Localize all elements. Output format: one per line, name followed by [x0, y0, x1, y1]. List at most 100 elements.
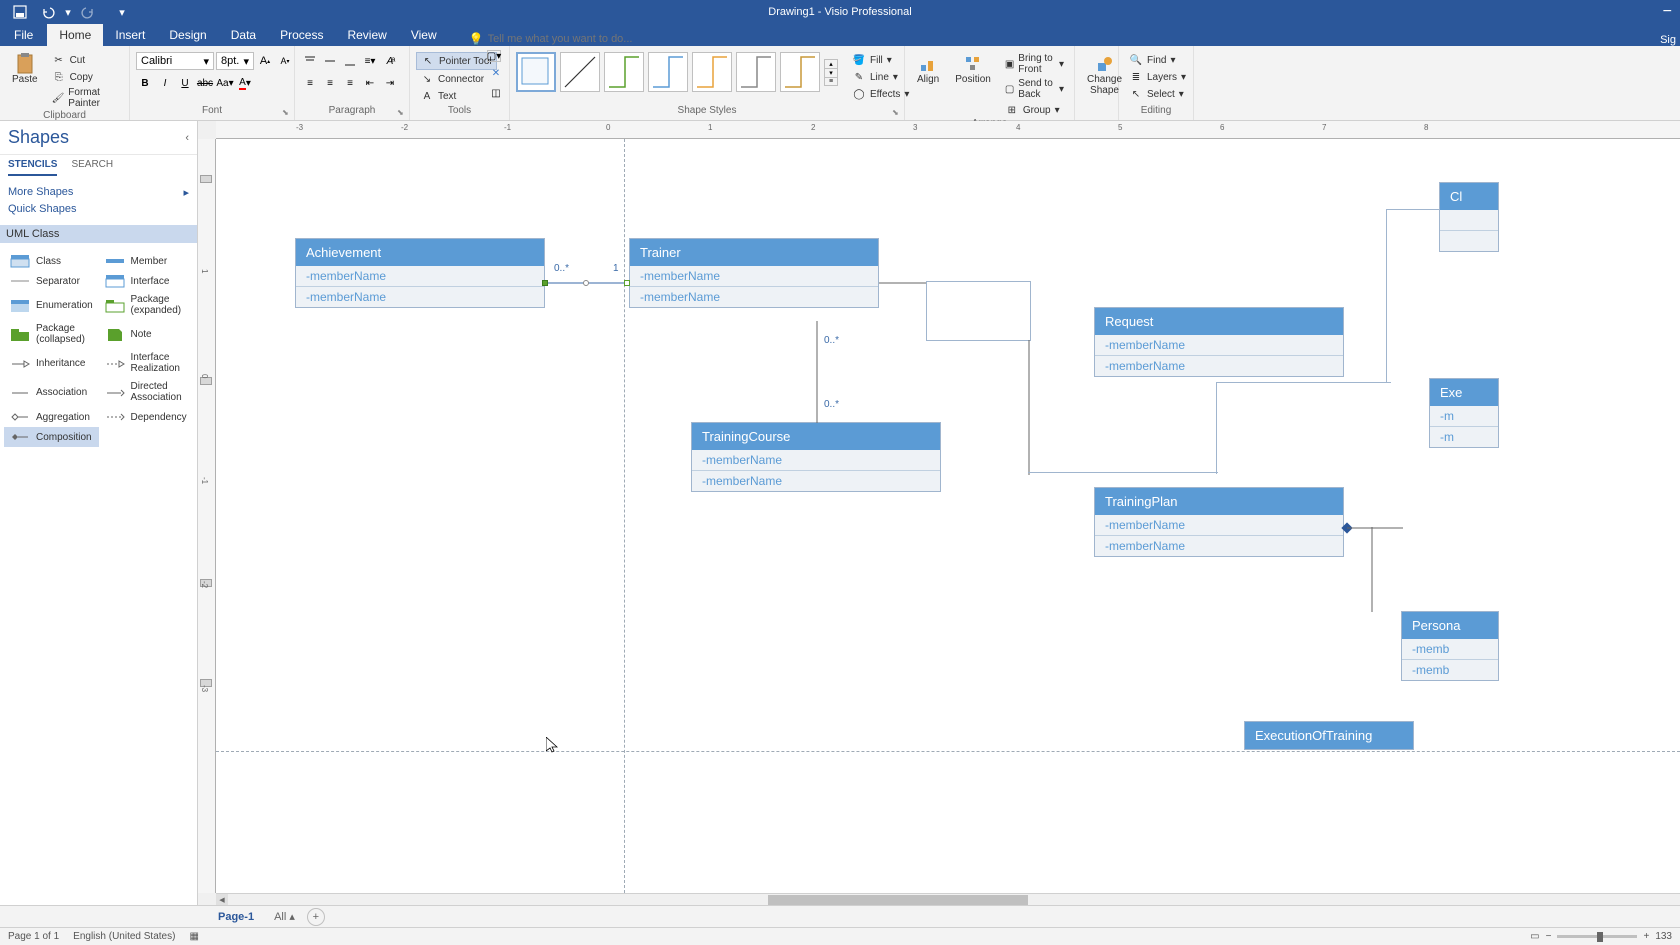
review-tab[interactable]: Review: [335, 24, 398, 46]
cut-button[interactable]: ✂Cut: [48, 52, 123, 68]
trainingcourse-class[interactable]: TrainingCourse -memberName -memberName: [691, 422, 941, 492]
font-launcher[interactable]: ⬊: [282, 108, 292, 118]
home-tab[interactable]: Home: [47, 24, 103, 46]
connector-trainer-course[interactable]: [816, 321, 818, 423]
undo-icon[interactable]: [36, 2, 60, 22]
shape-note[interactable]: Note: [99, 320, 194, 349]
font-size-combo[interactable]: 8pt.▾: [216, 52, 254, 70]
shape-package-exp[interactable]: Package (expanded): [99, 291, 194, 320]
process-tab[interactable]: Process: [268, 24, 335, 46]
shrink-font-button[interactable]: A▾: [276, 52, 294, 70]
achievement-class[interactable]: Achievement -memberName -memberName: [295, 238, 545, 308]
connector-box[interactable]: [926, 281, 1031, 341]
gallery-more[interactable]: ≡: [825, 77, 837, 85]
macro-status-icon[interactable]: ▦: [189, 931, 198, 942]
cl-class[interactable]: Cl: [1439, 182, 1499, 252]
shape-aggregation[interactable]: Aggregation: [4, 407, 99, 427]
bullets-button[interactable]: ≡▾: [361, 52, 379, 70]
underline-button[interactable]: U: [176, 74, 194, 92]
zoom-in-button[interactable]: +: [1643, 931, 1649, 942]
align-bottom-button[interactable]: [341, 52, 359, 70]
gallery-scroll-down[interactable]: ▾: [825, 68, 837, 77]
search-tab[interactable]: SEARCH: [71, 155, 113, 176]
trainer-class[interactable]: Trainer -memberName -memberName: [629, 238, 879, 308]
file-tab[interactable]: File: [0, 24, 47, 46]
rectangle-tool-button[interactable]: ▢▾: [487, 50, 501, 62]
text-direction-button[interactable]: Aͣ: [381, 52, 399, 70]
scroll-left-button[interactable]: ◀: [216, 894, 228, 905]
change-case-button[interactable]: Aa▾: [216, 74, 234, 92]
layers-button[interactable]: ≣Layers ▾: [1125, 69, 1190, 85]
shape-style-2[interactable]: [560, 52, 600, 92]
font-color-button[interactable]: A▾: [236, 74, 254, 92]
quick-shapes-link[interactable]: Quick Shapes: [8, 201, 189, 217]
language-status[interactable]: English (United States): [73, 931, 175, 942]
shape-association[interactable]: Association: [4, 378, 99, 407]
shape-style-7[interactable]: [780, 52, 820, 92]
dim-handle[interactable]: [200, 175, 212, 183]
position-button[interactable]: Position: [949, 52, 997, 87]
line-button[interactable]: ✎Line ▾: [848, 69, 913, 85]
select-button[interactable]: ↖Select ▾: [1125, 86, 1190, 102]
shape-separator[interactable]: Separator: [4, 271, 99, 291]
qat-dropdown-icon[interactable]: ▾: [64, 2, 72, 22]
fill-button[interactable]: 🪣Fill ▾: [848, 52, 913, 68]
shape-package-col[interactable]: Package (collapsed): [4, 320, 99, 349]
gallery-scroll-up[interactable]: ▴: [825, 60, 837, 68]
align-center-button[interactable]: ≡: [321, 74, 339, 92]
connection-point-button[interactable]: ✕: [487, 64, 505, 82]
data-tab[interactable]: Data: [219, 24, 268, 46]
shape-style-5[interactable]: [692, 52, 732, 92]
collapse-panel-button[interactable]: ‹: [185, 132, 189, 144]
add-page-button[interactable]: +: [307, 908, 325, 926]
shape-composition[interactable]: Composition: [4, 427, 99, 447]
font-name-combo[interactable]: Calibri▾: [136, 52, 214, 70]
handle-mid[interactable]: [583, 280, 589, 286]
exe-class[interactable]: Exe -m -m: [1429, 378, 1499, 448]
connector-mid-vert[interactable]: [1028, 340, 1030, 475]
shape-style-3[interactable]: [604, 52, 644, 92]
design-tab[interactable]: Design: [157, 24, 218, 46]
shape-enumeration[interactable]: Enumeration: [4, 291, 99, 320]
align-right-button[interactable]: ≡: [341, 74, 359, 92]
bold-button[interactable]: B: [136, 74, 154, 92]
shape-interface-real[interactable]: Interface Realization: [99, 349, 194, 378]
request-class[interactable]: Request -memberName -memberName: [1094, 307, 1344, 377]
shape-style-4[interactable]: [648, 52, 688, 92]
align-left-button[interactable]: ≡: [301, 74, 319, 92]
zoom-out-button[interactable]: −: [1546, 931, 1552, 942]
shape-class[interactable]: Class: [4, 251, 99, 271]
horizontal-scrollbar[interactable]: ◀: [216, 893, 1680, 905]
execution-class[interactable]: ExecutionOfTraining: [1244, 721, 1414, 750]
group-button[interactable]: ⊞Group ▾: [1001, 102, 1068, 118]
sign-in[interactable]: Sig: [1660, 34, 1676, 46]
shape-style-1[interactable]: [516, 52, 556, 92]
horizontal-guide[interactable]: [216, 751, 1680, 752]
shape-member[interactable]: Member: [99, 251, 194, 271]
format-painter-button[interactable]: 🖌Format Painter: [48, 86, 123, 110]
shape-interface[interactable]: Interface: [99, 271, 194, 291]
all-pages-button[interactable]: All ▴: [274, 910, 295, 923]
decrease-indent-button[interactable]: ⇤: [361, 74, 379, 92]
view-tab[interactable]: View: [399, 24, 449, 46]
save-icon[interactable]: [8, 2, 32, 22]
persona-class[interactable]: Persona -memb -memb: [1401, 611, 1499, 681]
increase-indent-button[interactable]: ⇥: [381, 74, 399, 92]
vertical-guide[interactable]: [624, 139, 625, 893]
zoom-level[interactable]: 133: [1655, 931, 1672, 942]
copy-button[interactable]: ⎘Copy: [48, 69, 123, 85]
align-middle-button[interactable]: [321, 52, 339, 70]
qat-customize-icon[interactable]: ▾: [118, 2, 126, 22]
zoom-slider[interactable]: [1557, 935, 1637, 938]
paste-button[interactable]: Paste: [6, 52, 44, 87]
handle-start[interactable]: [542, 280, 548, 286]
minimize-button[interactable]: −: [1663, 3, 1672, 21]
shape-inheritance[interactable]: Inheritance: [4, 349, 99, 378]
page-1-tab[interactable]: Page-1: [210, 909, 262, 925]
bring-front-button[interactable]: ▣Bring to Front ▾: [1001, 52, 1068, 76]
find-button[interactable]: 🔍Find ▾: [1125, 52, 1190, 68]
shape-style-6[interactable]: [736, 52, 776, 92]
crop-tool-button[interactable]: ◫: [487, 84, 505, 102]
shape-dependency[interactable]: Dependency: [99, 407, 194, 427]
effects-button[interactable]: ◯Effects ▾: [848, 86, 913, 102]
